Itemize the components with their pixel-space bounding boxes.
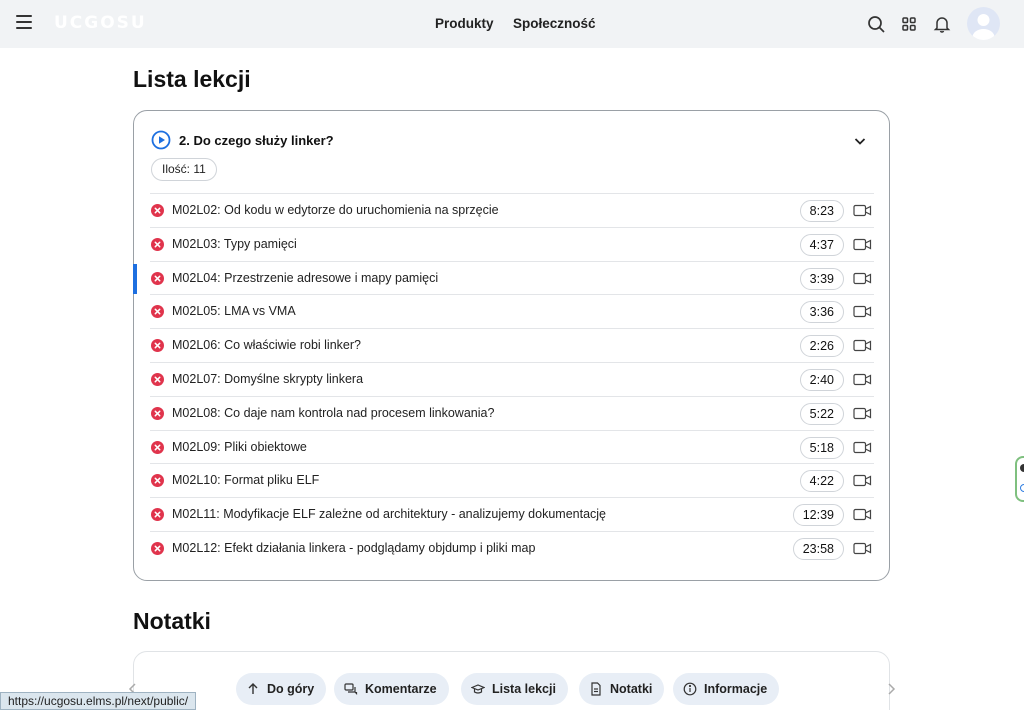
lesson-item[interactable]: M02L07: Domyślne skrypty linkera 2:40 [150,361,874,396]
lesson-duration: 2:26 [799,335,844,358]
lesson-list: M02L02: Od kodu w edytorze do uruchomien… [133,193,874,565]
incomplete-status-icon [151,372,164,386]
lessons-list-button[interactable]: Lista lekcji [461,673,568,705]
scroll-to-top-label: Do góry [267,682,315,696]
incomplete-status-icon [151,339,164,353]
lesson-item[interactable]: M02L04: Przestrzenie adresowe i mapy pam… [133,260,874,295]
lesson-module-card: 2. Do czego służy linker? Ilość: 11 M02L… [133,110,890,581]
comments-icon [344,683,358,695]
video-camera-icon [853,272,872,284]
lesson-duration: 3:39 [799,267,844,290]
chevron-down-icon[interactable] [852,133,868,149]
lesson-item[interactable]: M02L10: Format pliku ELF 4:22 [150,463,874,497]
lesson-title: M02L12: Efekt działania linkera - podglą… [172,540,536,555]
lesson-duration: 2:40 [799,368,844,391]
lesson-title: M02L06: Co właściwie robi linker? [172,338,361,353]
incomplete-status-icon [151,237,164,251]
lesson-title: M02L07: Domyślne skrypty linkera [172,371,364,386]
notes-label: Notatki [610,682,653,696]
status-url-tooltip: https://ucgosu.elms.pl/next/public/ [0,692,197,710]
logo[interactable]: UCGOSU [54,13,147,33]
lesson-duration: 8:23 [799,200,844,222]
lesson-item[interactable]: M02L02: Od kodu w edytorze do uruchomien… [150,193,874,227]
video-camera-icon [853,441,872,453]
incomplete-status-icon [151,305,164,319]
lesson-item[interactable]: M02L09: Pliki obiektowe 5:18 [150,429,874,464]
lesson-item[interactable]: M02L03: Typy pamięci 4:37 [150,226,874,261]
play-circle-icon [151,130,171,150]
video-camera-icon [853,238,872,250]
comments-label: Komentarze [365,682,437,696]
top-navigation-bar: UCGOSU Produkty Społeczność [0,0,1024,48]
lesson-item[interactable]: M02L12: Efekt działania linkera - podglą… [150,530,874,565]
incomplete-status-icon [151,508,164,522]
user-avatar-icon [972,14,995,40]
lesson-title: M02L05: LMA vs VMA [172,304,296,319]
chevron-right-icon[interactable] [886,683,896,695]
lesson-duration: 5:22 [799,402,844,425]
menu-icon[interactable] [16,15,32,29]
lesson-item[interactable]: M02L11: Modyfikacje ELF zależne od archi… [150,497,874,531]
lesson-title: M02L10: Format pliku ELF [172,473,320,488]
notes-section-title: Notatki [133,608,211,634]
lesson-item[interactable]: M02L06: Co właściwie robi linker? 2:26 [150,328,874,362]
lesson-item[interactable]: M02L05: LMA vs VMA 3:36 [150,294,874,328]
avatar[interactable] [967,7,1000,40]
lessons-list-label: Lista lekcji [492,682,556,696]
lesson-title: M02L02: Od kodu w edytorze do uruchomien… [172,203,499,217]
video-camera-icon [853,340,872,352]
lesson-duration: 23:58 [792,537,844,560]
lesson-title: M02L03: Typy pamięci [172,236,297,251]
lesson-duration: 3:36 [799,301,844,324]
side-feedback-widget[interactable] [1015,456,1024,502]
lesson-duration: 4:22 [799,470,844,493]
video-camera-icon [853,407,872,419]
lesson-count-badge: Ilość: 11 [151,158,217,181]
graduation-cap-icon [471,684,485,694]
info-label: Informacje [704,682,768,696]
lesson-title: M02L11: Modyfikacje ELF zależne od archi… [172,507,607,522]
info-button[interactable]: Informacje [673,673,780,705]
lesson-duration: 5:18 [799,436,844,459]
video-camera-icon [853,204,872,217]
nav-link-produkty[interactable]: Produkty [435,16,494,31]
apps-grid-icon[interactable] [898,13,920,35]
video-camera-icon [853,542,872,555]
video-camera-icon [853,509,872,521]
incomplete-status-icon [151,474,164,488]
incomplete-status-icon [151,440,164,454]
lesson-duration: 12:39 [792,504,844,527]
arrow-up-icon [248,683,258,694]
document-icon [591,682,601,696]
notes-button[interactable]: Notatki [579,673,665,705]
info-icon [683,682,697,696]
incomplete-status-icon [151,541,164,555]
incomplete-status-icon [151,406,164,420]
search-icon[interactable] [865,13,887,35]
lesson-title: M02L09: Pliki obiektowe [172,439,307,454]
bell-icon[interactable] [931,13,953,35]
incomplete-status-icon [151,204,164,217]
video-camera-icon [853,373,872,386]
lesson-item[interactable]: M02L08: Co daje nam kontrola nad procese… [150,395,874,430]
video-camera-icon [853,306,872,318]
lesson-title: M02L08: Co daje nam kontrola nad procese… [172,405,495,420]
lesson-duration: 4:37 [799,233,844,256]
nav-link-spolecznosc[interactable]: Społeczność [513,16,596,31]
lesson-title: M02L04: Przestrzenie adresowe i mapy pam… [172,270,439,285]
incomplete-status-icon [151,271,164,285]
module-title[interactable]: 2. Do czego służy linker? [179,133,334,148]
video-camera-icon [853,475,872,487]
comments-button[interactable]: Komentarze [334,673,449,705]
lessons-section-title: Lista lekcji [133,66,251,92]
scroll-to-top-button[interactable]: Do góry [236,673,327,705]
